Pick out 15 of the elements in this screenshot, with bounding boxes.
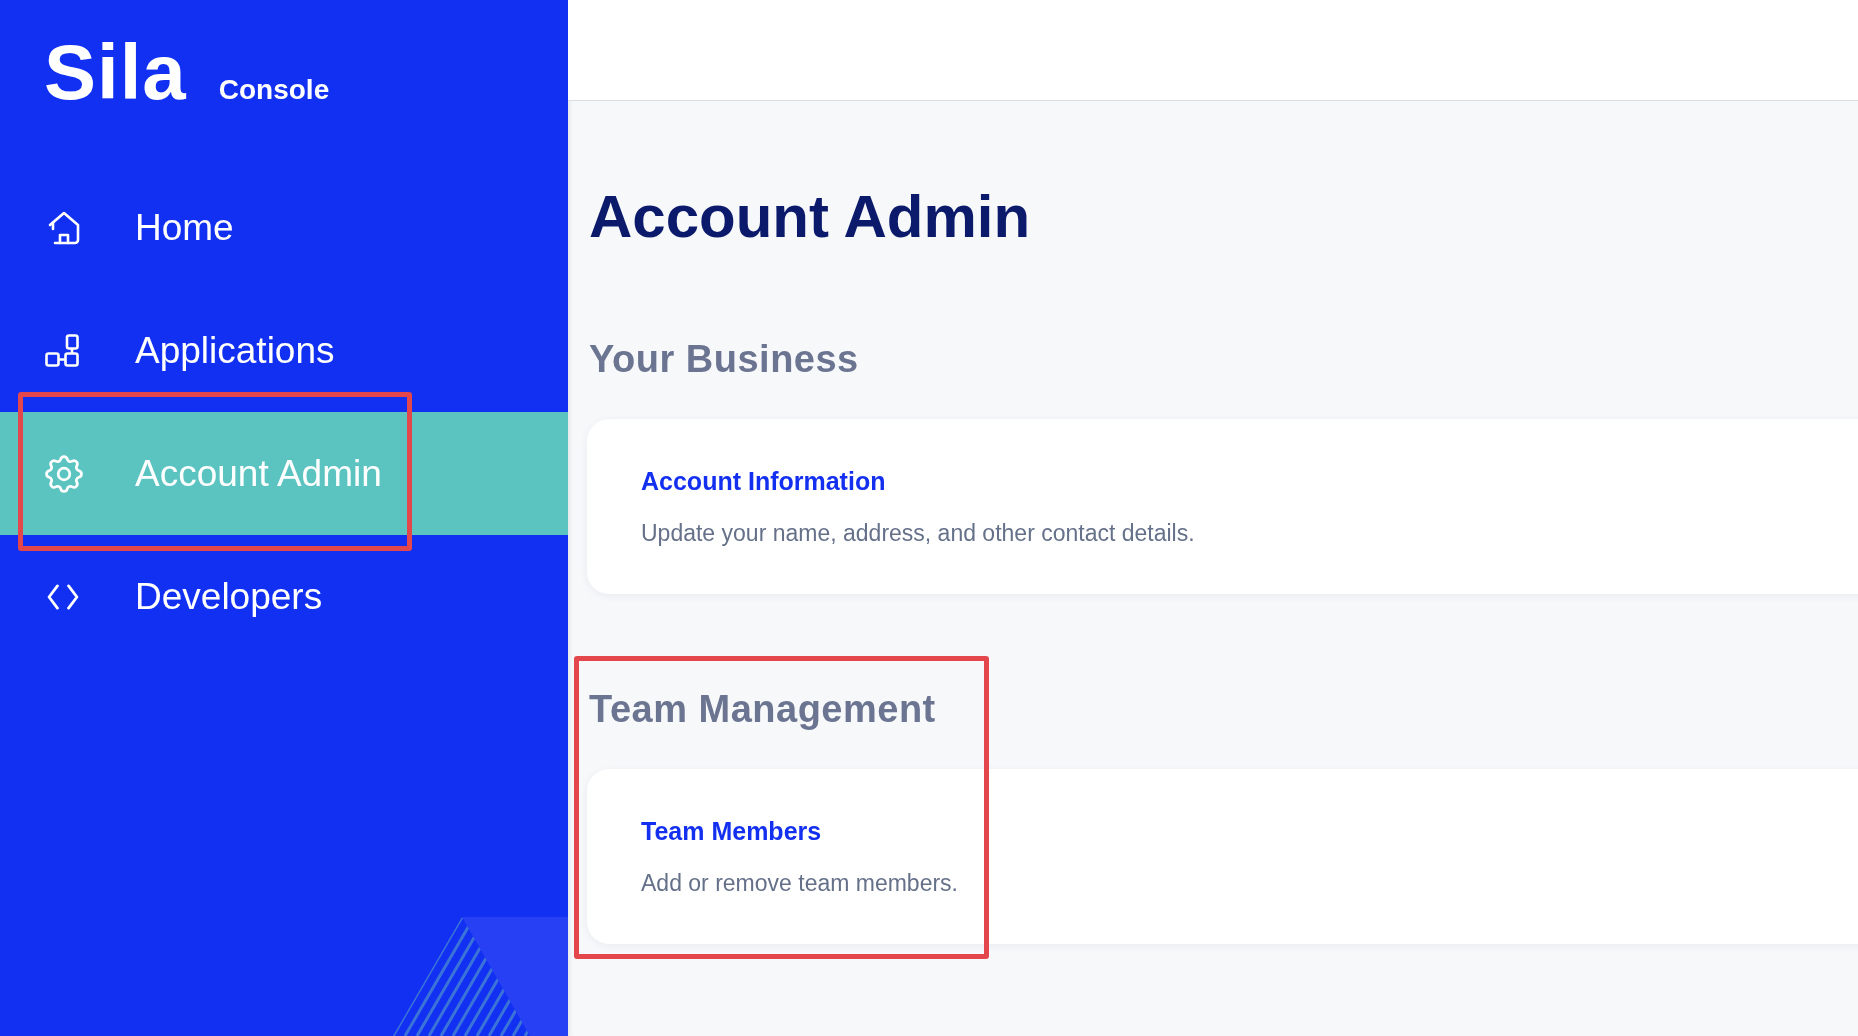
section-heading: Team Management <box>589 687 936 732</box>
card-description: Add or remove team members. <box>641 869 958 897</box>
card-title-link[interactable]: Account Information <box>641 466 886 496</box>
nav-item[interactable]: Developers <box>0 535 568 658</box>
settings-icon <box>45 454 83 493</box>
code-icon <box>45 583 81 610</box>
logo-wordmark: Sila <box>44 33 187 111</box>
card-title-link[interactable]: Team Members <box>641 816 822 846</box>
page-title: Account Admin <box>589 182 1031 252</box>
section-heading: Your Business <box>589 337 859 382</box>
card-description: Update your name, address, and other contact details. <box>641 519 1195 547</box>
product-name: Console <box>218 76 330 104</box>
nav-item[interactable]: Applications <box>0 289 568 412</box>
grid-blocks-icon <box>45 333 79 368</box>
nav-item[interactable]: Home <box>0 166 568 289</box>
